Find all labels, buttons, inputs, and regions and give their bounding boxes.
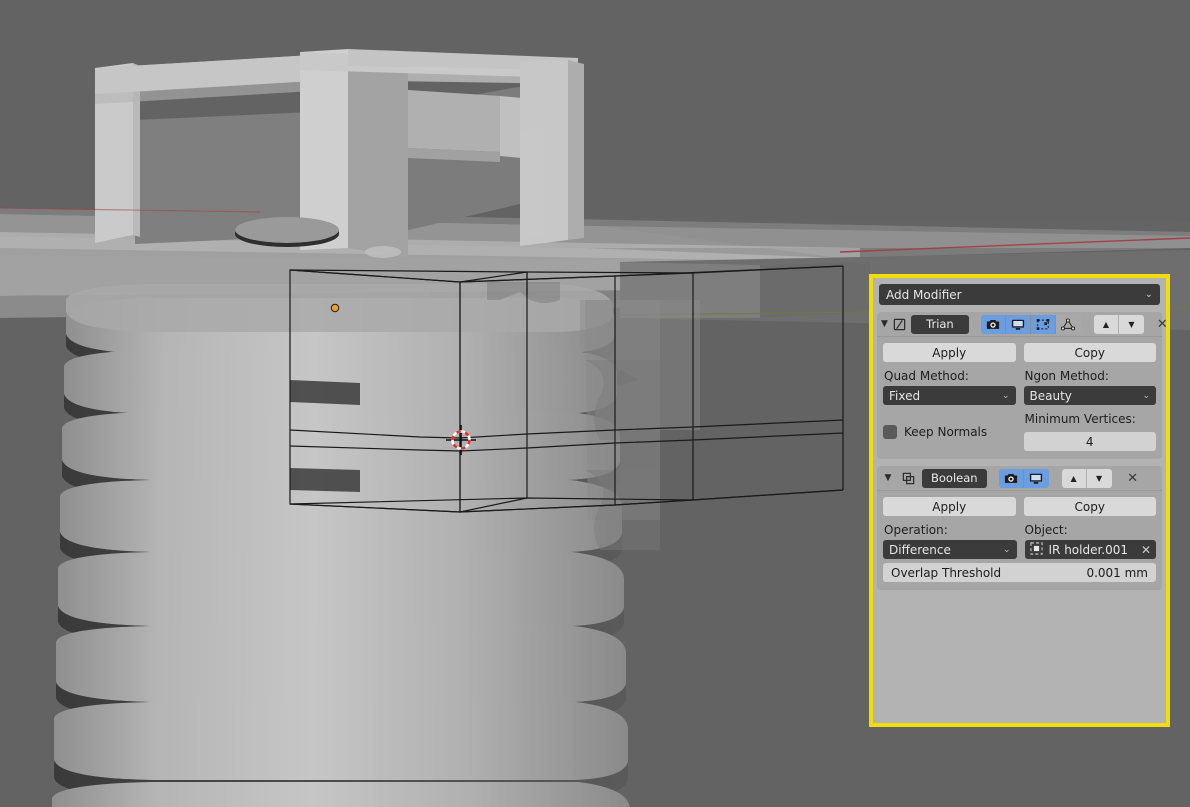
chevron-down-icon: ⌄: [1144, 288, 1153, 300]
close-icon[interactable]: ✕: [1157, 315, 1168, 334]
edit-mode-icon[interactable]: [1030, 314, 1056, 334]
blender-window: Add Modifier ⌄ ▼ Trian ▲ ▼ ✕ Apply Copy …: [0, 0, 1190, 807]
boolean-icon: [899, 469, 918, 488]
boolean-object-field[interactable]: IR holder.001 ✕: [1024, 540, 1156, 559]
minimum-vertices-group: Minimum Vertices: 4: [1023, 405, 1156, 451]
copy-button[interactable]: Copy: [1023, 343, 1156, 362]
add-modifier-label: Add Modifier: [886, 287, 962, 302]
apply-button[interactable]: Apply: [883, 343, 1016, 362]
modifier-name-field[interactable]: Boolean: [922, 468, 987, 488]
quad-method-value: Fixed: [889, 388, 921, 403]
triangulate-icon: [892, 315, 907, 334]
overlap-threshold-label: Overlap Threshold: [891, 565, 1002, 580]
boolean-object-name: IR holder.001: [1048, 542, 1129, 557]
camera-icon[interactable]: [980, 314, 1006, 334]
reorder-buttons: ▲ ▼: [1061, 468, 1112, 488]
overlap-threshold-value: 0.001 mm: [1086, 565, 1148, 580]
minimum-vertices-label: Minimum Vertices:: [1024, 412, 1136, 426]
operation-label: Operation:: [884, 523, 948, 537]
expand-triangle-icon[interactable]: ▼: [881, 473, 895, 483]
copy-button[interactable]: Copy: [1023, 497, 1156, 516]
cage-icon[interactable]: [1055, 314, 1081, 334]
operation-value: Difference: [889, 542, 951, 557]
move-down-button[interactable]: ▼: [1118, 314, 1144, 334]
display-toggle-group: [980, 314, 1081, 334]
modifier-body: Apply Copy Quad Method: Ngon Method: Fix…: [877, 337, 1162, 451]
expand-triangle-icon[interactable]: ▼: [881, 319, 888, 329]
add-modifier-row: Add Modifier ⌄: [877, 282, 1162, 305]
modifier-body: Apply Copy Operation: Object: Difference…: [877, 491, 1162, 582]
apply-button[interactable]: Apply: [883, 497, 1016, 516]
modifier-triangulate: ▼ Trian ▲ ▼ ✕ Apply Copy Quad Method: Ng…: [877, 312, 1168, 459]
camera-icon[interactable]: [998, 468, 1024, 488]
modifier-properties-panel: Add Modifier ⌄ ▼ Trian ▲ ▼ ✕ Apply Copy …: [869, 274, 1170, 727]
ngon-method-label: Ngon Method:: [1024, 369, 1109, 383]
chevron-down-icon: ⌄: [1001, 390, 1010, 401]
move-down-button[interactable]: ▼: [1086, 468, 1112, 488]
monitor-icon[interactable]: [1005, 314, 1031, 334]
chevron-down-icon: ⌄: [1002, 544, 1011, 555]
keep-normals-row[interactable]: Keep Normals: [883, 405, 1016, 451]
overlap-threshold-slider[interactable]: Overlap Threshold 0.001 mm: [883, 563, 1156, 582]
move-up-button[interactable]: ▲: [1061, 468, 1087, 488]
object-label: Object:: [1024, 523, 1068, 537]
chevron-down-icon: ⌄: [1142, 390, 1150, 401]
minimum-vertices-field[interactable]: 4: [1023, 432, 1156, 451]
quad-method-dropdown[interactable]: Fixed ⌄: [883, 386, 1016, 405]
clear-object-icon[interactable]: ✕: [1141, 543, 1151, 557]
mesh-object-icon: [1029, 541, 1043, 558]
keep-normals-label: Keep Normals: [904, 425, 988, 439]
modifier-header: ▼ Trian ▲ ▼ ✕: [877, 312, 1168, 337]
move-up-button[interactable]: ▲: [1093, 314, 1119, 334]
object-origin: [330, 303, 340, 313]
quad-method-label: Quad Method:: [884, 369, 969, 383]
operation-dropdown[interactable]: Difference ⌄: [883, 540, 1017, 559]
monitor-icon[interactable]: [1023, 468, 1049, 488]
modifier-name-field[interactable]: Trian: [910, 314, 969, 334]
display-toggle-group: [998, 468, 1049, 488]
reorder-buttons: ▲ ▼: [1093, 314, 1144, 334]
add-modifier-dropdown[interactable]: Add Modifier ⌄: [879, 284, 1160, 305]
close-icon[interactable]: ✕: [1125, 469, 1141, 488]
panel-empty-space: [877, 590, 1162, 690]
ngon-method-value: Beauty: [1029, 388, 1072, 403]
ngon-method-dropdown[interactable]: Beauty ⌄: [1023, 386, 1156, 405]
keep-normals-checkbox[interactable]: [883, 425, 897, 439]
modifier-boolean: ▼ Boolean ▲ ▼ ✕ Apply Copy Operation: Ob…: [877, 466, 1162, 590]
modifier-header: ▼ Boolean ▲ ▼ ✕: [877, 466, 1162, 491]
